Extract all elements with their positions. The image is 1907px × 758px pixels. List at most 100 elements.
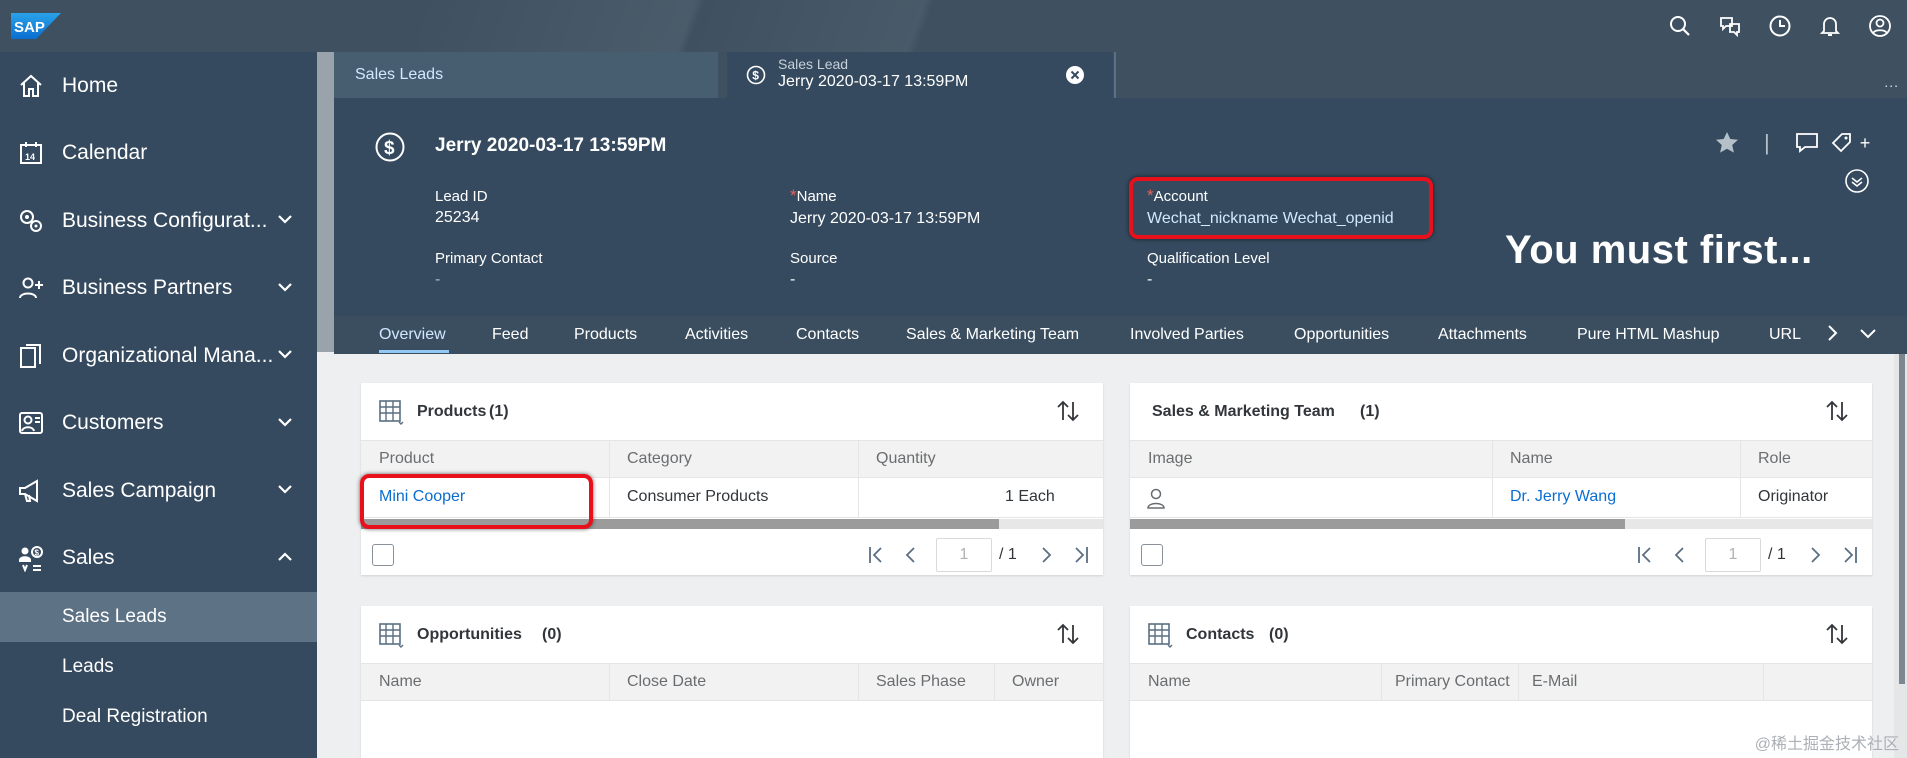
field-label-text: Name	[796, 188, 837, 205]
field-value: -	[435, 271, 441, 288]
horizontal-scrollbar[interactable]	[1130, 519, 1872, 529]
tab-contacts[interactable]: Contacts	[796, 326, 859, 344]
nav-item-organizational-management[interactable]: Organizational Mana...	[0, 322, 317, 390]
column-header-product[interactable]: Product	[379, 450, 434, 468]
highlight-box-account	[1129, 177, 1433, 239]
chevron-down-icon[interactable]	[275, 344, 295, 364]
overflow-icon[interactable]: ...	[1884, 74, 1899, 90]
tab-products[interactable]: Products	[574, 326, 637, 344]
first-page-icon[interactable]	[866, 544, 886, 566]
column-header-role[interactable]: Role	[1758, 450, 1791, 468]
sap-logo[interactable]: SAP	[11, 13, 61, 39]
pane-splitter[interactable]	[317, 52, 334, 352]
first-page-icon[interactable]	[1635, 544, 1655, 566]
chevron-down-icon[interactable]	[275, 277, 295, 297]
bell-icon[interactable]	[1817, 13, 1843, 39]
add-tag-button[interactable]: +	[1860, 133, 1871, 154]
sub-item-deal-registration[interactable]: Deal Registration	[0, 692, 317, 742]
nav-item-sales-campaign[interactable]: Sales Campaign	[0, 457, 317, 525]
next-page-icon[interactable]	[1805, 544, 1825, 566]
sort-icon[interactable]	[1055, 398, 1081, 424]
chevron-right-icon[interactable]	[1822, 323, 1842, 343]
tab-title: Jerry 2020-03-17 13:59PM	[778, 73, 969, 90]
nav-item-customers[interactable]: Customers	[0, 390, 317, 458]
tab-bar: Sales Leads $ Sales Lead Jerry 2020-03-1…	[334, 52, 1907, 98]
close-icon[interactable]	[1065, 65, 1085, 85]
table-icon	[1148, 623, 1173, 648]
column-header-email[interactable]: E-Mail	[1532, 673, 1577, 691]
tab-overview[interactable]: Overview	[379, 326, 446, 344]
star-icon[interactable]	[1714, 130, 1740, 156]
user-icon[interactable]	[1867, 13, 1893, 39]
nav-item-home[interactable]: Home	[0, 52, 317, 120]
table-row[interactable]: Dr. Jerry Wang Originator	[1130, 478, 1872, 518]
chat-icon[interactable]	[1717, 13, 1743, 39]
nav-item-label: Sales	[62, 546, 115, 570]
column-header-name[interactable]: Name	[379, 673, 422, 691]
column-header-close-date[interactable]: Close Date	[627, 673, 706, 691]
card-title: Contacts	[1186, 626, 1255, 643]
next-page-icon[interactable]	[1036, 544, 1056, 566]
tab-sales-marketing-team[interactable]: Sales & Marketing Team	[906, 326, 1079, 344]
column-header-name[interactable]: Name	[1510, 450, 1553, 468]
dollar-icon: $	[375, 132, 405, 162]
tab-opportunities[interactable]: Opportunities	[1294, 326, 1389, 344]
nav-item-label: Organizational Mana...	[62, 343, 274, 367]
tab-activities[interactable]: Activities	[685, 326, 748, 344]
chevron-up-icon[interactable]	[275, 547, 295, 567]
column-header-category[interactable]: Category	[627, 450, 692, 468]
tab-url[interactable]: URL	[1769, 326, 1803, 344]
field-value: -	[790, 271, 796, 288]
previous-page-icon[interactable]	[901, 544, 921, 566]
nav-item-business-partners[interactable]: Business Partners	[0, 255, 317, 323]
comment-icon[interactable]	[1794, 131, 1820, 155]
search-icon[interactable]	[1667, 13, 1693, 39]
column-header-image[interactable]: Image	[1148, 450, 1192, 468]
chevron-down-icon[interactable]	[275, 479, 295, 499]
table-header: Name Close Date Sales Phase Owner	[361, 663, 1103, 701]
column-header-quantity[interactable]: Quantity	[876, 450, 936, 468]
collapse-header-icon[interactable]	[1844, 168, 1870, 194]
column-header-sales-phase[interactable]: Sales Phase	[876, 673, 966, 691]
vertical-scrollbar-thumb[interactable]	[1899, 354, 1905, 684]
chevron-down-icon[interactable]	[275, 412, 295, 432]
column-header-name[interactable]: Name	[1148, 673, 1191, 691]
tag-icon[interactable]	[1830, 131, 1856, 155]
sub-item-leads[interactable]: Leads	[0, 642, 317, 692]
column-separator	[609, 663, 610, 701]
tab-feed[interactable]: Feed	[492, 326, 528, 344]
nav-item-sales[interactable]: $ Sales	[0, 525, 317, 593]
page-input[interactable]: 1	[1705, 538, 1761, 572]
column-header-owner[interactable]: Owner	[1012, 673, 1059, 691]
last-page-icon[interactable]	[1840, 544, 1860, 566]
partners-icon	[16, 273, 46, 303]
field-value[interactable]: Jerry 2020-03-17 13:59PM	[790, 210, 980, 228]
sub-item-sales-leads[interactable]: Sales Leads	[0, 592, 317, 642]
nav-item-label: Business Partners	[62, 276, 233, 300]
clock-icon[interactable]	[1767, 13, 1793, 39]
nav-item-calendar[interactable]: 14 Calendar	[0, 120, 317, 188]
tab-pure-html-mashup[interactable]: Pure HTML Mashup	[1577, 326, 1720, 344]
previous-page-icon[interactable]	[1670, 544, 1690, 566]
tab-separator	[1114, 52, 1116, 98]
nav-item-business-configuration[interactable]: Business Configurat...	[0, 187, 317, 255]
table-icon	[379, 623, 404, 648]
sales-icon: $	[16, 543, 46, 573]
tab-sales-leads[interactable]: Sales Leads	[334, 52, 718, 98]
select-all-checkbox[interactable]	[372, 544, 394, 566]
sort-icon[interactable]	[1824, 621, 1850, 647]
scrollbar-thumb[interactable]	[1130, 519, 1625, 529]
watermark: @稀土掘金技术社区	[1754, 736, 1899, 753]
tab-attachments[interactable]: Attachments	[1438, 326, 1527, 344]
chevron-down-icon[interactable]	[275, 209, 295, 229]
select-all-checkbox[interactable]	[1141, 544, 1163, 566]
last-page-icon[interactable]	[1071, 544, 1091, 566]
sort-icon[interactable]	[1055, 621, 1081, 647]
tab-involved-parties[interactable]: Involved Parties	[1130, 326, 1244, 344]
team-member-link[interactable]: Dr. Jerry Wang	[1510, 488, 1616, 506]
page-input[interactable]: 1	[936, 538, 992, 572]
column-header-primary-contact[interactable]: Primary Contact	[1395, 673, 1525, 691]
chevron-down-icon[interactable]	[1858, 323, 1878, 343]
sort-icon[interactable]	[1824, 398, 1850, 424]
tab-sales-lead-detail[interactable]: $ Sales Lead Jerry 2020-03-17 13:59PM	[727, 52, 1113, 98]
